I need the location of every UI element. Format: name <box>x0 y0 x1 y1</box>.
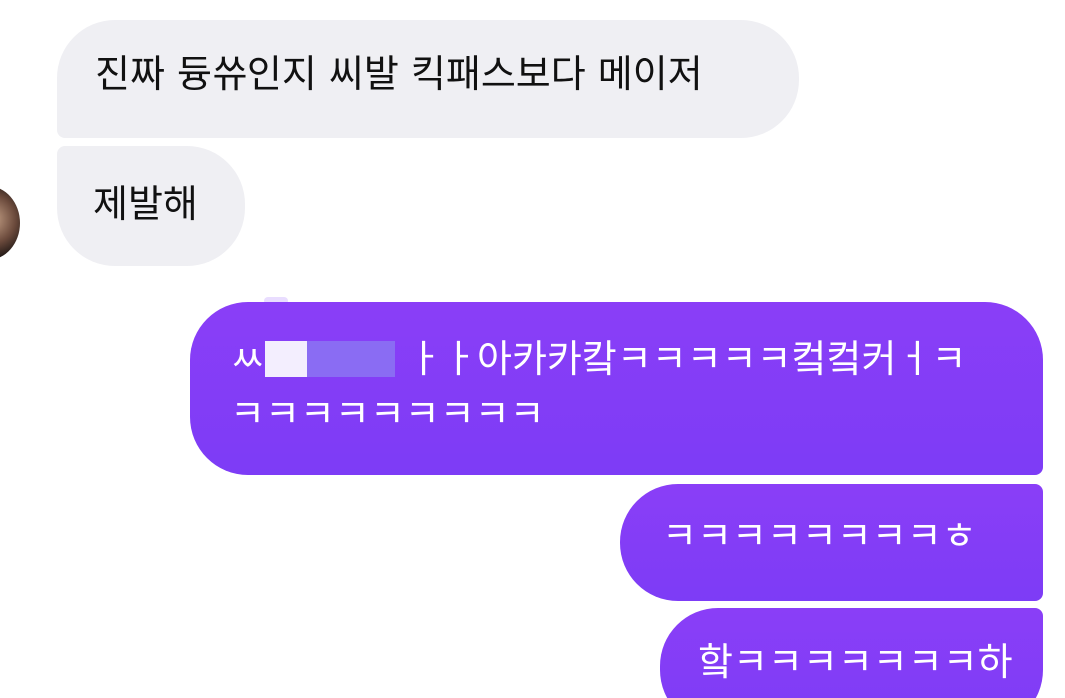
message-text: 진짜 듕쓔인지 씨발 킥패스보다 메이저 <box>95 52 703 96</box>
incoming-message-bubble[interactable]: 제발해 <box>57 146 245 266</box>
redaction-mark <box>264 340 307 377</box>
chat-thread: 진짜 듕쓔인지 씨발 킥패스보다 메이저 제발해 ㅆ ㅏㅏ아카카캌ㅋㅋㅋㅋㅋ컼컼… <box>0 0 1065 698</box>
message-text: 제발해 <box>93 182 198 226</box>
outgoing-message-bubble[interactable]: 핰ㅋㅋㅋㅋㅋㅋㅋ하 <box>660 608 1043 698</box>
outgoing-message-bubble[interactable]: ㅋㅋㅋㅋㅋㅋㅋㅋㅎ <box>620 484 1043 601</box>
message-text: 핰ㅋㅋㅋㅋㅋㅋㅋ하 <box>698 640 1013 684</box>
message-text: ㅋㅋㅋㅋㅋㅋㅋㅋㅎ <box>662 514 977 558</box>
incoming-message-bubble[interactable]: 진짜 듕쓔인지 씨발 킥패스보다 메이저 <box>57 20 799 138</box>
outgoing-message-bubble[interactable]: ㅆ ㅏㅏ아카카캌ㅋㅋㅋㅋㅋ컼컼커ㅓㅋ ㅋㅋㅋㅋㅋㅋㅋㅋㅋ <box>190 302 1043 475</box>
message-text-start: ㅆ <box>230 337 265 381</box>
sender-avatar[interactable] <box>0 186 20 260</box>
redaction-mark <box>306 340 395 377</box>
